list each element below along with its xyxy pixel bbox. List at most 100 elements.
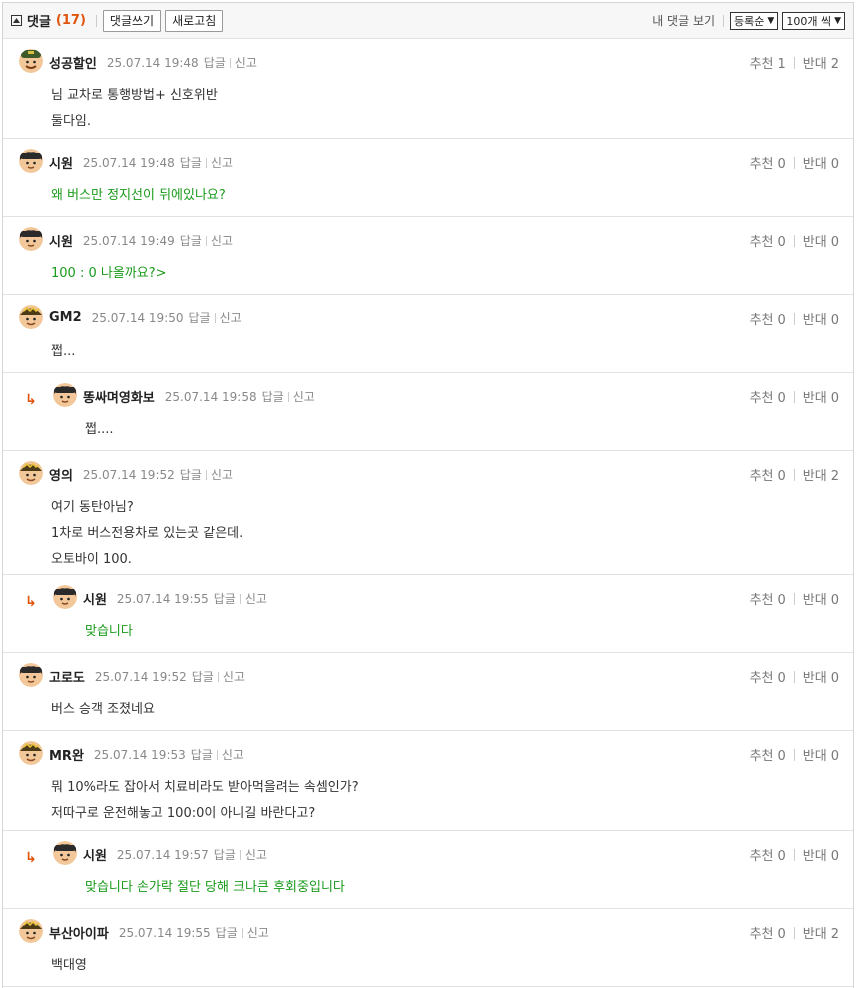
avatar <box>53 585 77 609</box>
comment-text-line: 여기 동탄아님? <box>51 500 134 515</box>
comment-text: 맞습니다 손가락 절단 당해 크나큰 후회중입니다 <box>85 875 345 901</box>
downvote-button[interactable]: 반대 2 <box>803 53 839 72</box>
comment-author[interactable]: 영의 <box>49 465 73 484</box>
reply-link[interactable]: 답글 <box>180 466 202 483</box>
downvote-label: 반대 <box>802 469 827 484</box>
upvote-button[interactable]: 추천 0 <box>750 667 786 686</box>
downvote-button[interactable]: 반대 0 <box>803 309 839 328</box>
reply-link[interactable]: 답글 <box>204 54 226 71</box>
report-link[interactable]: 신고 <box>245 846 267 863</box>
comment-text-line: 쩝... <box>51 344 76 359</box>
report-link[interactable]: 신고 <box>235 54 257 71</box>
downvote-count: 2 <box>830 57 839 72</box>
vote-area: 추천 0 반대 2 <box>750 465 839 484</box>
upvote-button[interactable]: 추천 0 <box>750 231 786 250</box>
upvote-button[interactable]: 추천 0 <box>750 923 786 942</box>
comment-author[interactable]: MR완 <box>49 745 84 764</box>
per-page-select[interactable]: 100개 씩 ▼ <box>782 11 845 30</box>
reply-link[interactable]: 답글 <box>192 668 214 685</box>
downvote-button[interactable]: 반대 2 <box>803 923 839 942</box>
upvote-button[interactable]: 추천 0 <box>750 745 786 764</box>
reply-link[interactable]: 답글 <box>216 924 238 941</box>
upvote-button[interactable]: 추천 0 <box>750 845 786 864</box>
downvote-button[interactable]: 반대 2 <box>803 465 839 484</box>
vote-area: 추천 0 반대 0 <box>750 589 839 608</box>
comment-text-line: 저따구로 운전해놓고 100:0이 아니길 바란다고? <box>51 806 316 821</box>
reply-link[interactable]: 답글 <box>180 232 202 249</box>
downvote-button[interactable]: 반대 0 <box>803 589 839 608</box>
downvote-button[interactable]: 반대 0 <box>803 153 839 172</box>
comment-author[interactable]: 시원 <box>83 845 107 864</box>
comment-author[interactable]: 시원 <box>83 589 107 608</box>
downvote-button[interactable]: 반대 0 <box>803 745 839 764</box>
upvote-button[interactable]: 추천 0 <box>750 589 786 608</box>
comment-text: 버스 승객 조졌네요 <box>51 697 155 723</box>
downvote-button[interactable]: 반대 0 <box>803 387 839 406</box>
comment-author[interactable]: 고로도 <box>49 667 85 686</box>
downvote-button[interactable]: 반대 0 <box>803 845 839 864</box>
my-comments-link[interactable]: 내 댓글 보기 <box>652 12 715 29</box>
report-link[interactable]: 신고 <box>222 746 244 763</box>
comment-author[interactable]: 부산아이파 <box>49 923 109 942</box>
upvote-button[interactable]: 추천 0 <box>750 309 786 328</box>
report-link[interactable]: 신고 <box>211 154 233 171</box>
comment-text-line: 오토바이 100. <box>51 552 132 567</box>
upvote-button[interactable]: 추천 0 <box>750 387 786 406</box>
upvote-button[interactable]: 추천 0 <box>750 465 786 484</box>
downvote-label: 반대 <box>802 313 827 328</box>
comment-author[interactable]: 시원 <box>49 153 73 172</box>
upvote-label: 추천 <box>749 927 774 942</box>
collapse-icon[interactable] <box>11 15 22 26</box>
upvote-label: 추천 <box>749 749 774 764</box>
downvote-button[interactable]: 반대 0 <box>803 231 839 250</box>
divider <box>95 14 97 27</box>
avatar <box>19 663 43 687</box>
divider <box>239 849 241 860</box>
comment-author[interactable]: 성공할인 <box>49 53 97 72</box>
comment-text: 뭐 10%라도 잡아서 치료비라도 받아먹을려는 속셈인가? 저따구로 운전해놓고… <box>51 775 359 827</box>
sort-select-value: 등록순 <box>734 14 765 28</box>
downvote-label: 반대 <box>802 235 827 250</box>
report-link[interactable]: 신고 <box>247 924 269 941</box>
report-link[interactable]: 신고 <box>293 388 315 405</box>
comment-author[interactable]: 똥싸며영화보 <box>83 387 155 406</box>
upvote-label: 추천 <box>749 157 774 172</box>
comment-item: 영의 25.07.14 19:52 답글 신고 추천 0 반대 2 여기 동탄아님? 1차로 버스… <box>3 451 853 575</box>
upvote-button[interactable]: 추천 1 <box>750 53 786 72</box>
reply-link[interactable]: 답글 <box>180 154 202 171</box>
reply-link[interactable]: 답글 <box>262 388 284 405</box>
report-link[interactable]: 신고 <box>220 309 242 326</box>
upvote-count: 0 <box>777 313 786 328</box>
refresh-button[interactable]: 새로고침 <box>165 9 224 32</box>
reply-item: ↳ 시원 25.07.14 19:55 답글 신고 추천 0 반대 0 맞습니다 <box>3 575 853 653</box>
reply-link[interactable]: 답글 <box>214 590 236 607</box>
comment-count: (17) <box>55 13 86 28</box>
report-link[interactable]: 신고 <box>211 232 233 249</box>
vote-area: 추천 0 반대 0 <box>750 667 839 686</box>
comment-text-line: 님 교차로 통행방법+ 신호위반 <box>51 88 218 103</box>
downvote-label: 반대 <box>802 671 827 686</box>
comment-author[interactable]: GM2 <box>49 310 82 325</box>
vote-area: 추천 0 반대 0 <box>750 309 839 328</box>
write-comment-button[interactable]: 댓글쓰기 <box>102 9 162 32</box>
chevron-down-icon: ▼ <box>834 15 841 26</box>
avatar <box>19 149 43 173</box>
comment-date: 25.07.14 19:53 <box>93 747 186 762</box>
report-link[interactable]: 신고 <box>245 590 267 607</box>
reply-link[interactable]: 답글 <box>214 846 236 863</box>
reply-link[interactable]: 답글 <box>191 746 213 763</box>
comment-text-line: 맞습니다 손가락 절단 당해 크나큰 후회중입니다 <box>85 880 345 895</box>
upvote-count: 0 <box>777 469 786 484</box>
divider <box>793 156 795 169</box>
upvote-button[interactable]: 추천 0 <box>750 153 786 172</box>
report-link[interactable]: 신고 <box>223 668 245 685</box>
report-link[interactable]: 신고 <box>211 466 233 483</box>
sort-select[interactable]: 등록순 ▼ <box>730 11 779 30</box>
avatar <box>19 305 43 329</box>
upvote-count: 0 <box>777 671 786 686</box>
downvote-button[interactable]: 반대 0 <box>803 667 839 686</box>
comment-author[interactable]: 시원 <box>49 231 73 250</box>
downvote-count: 0 <box>830 849 839 864</box>
reply-link[interactable]: 답글 <box>189 309 211 326</box>
downvote-count: 0 <box>830 593 839 608</box>
